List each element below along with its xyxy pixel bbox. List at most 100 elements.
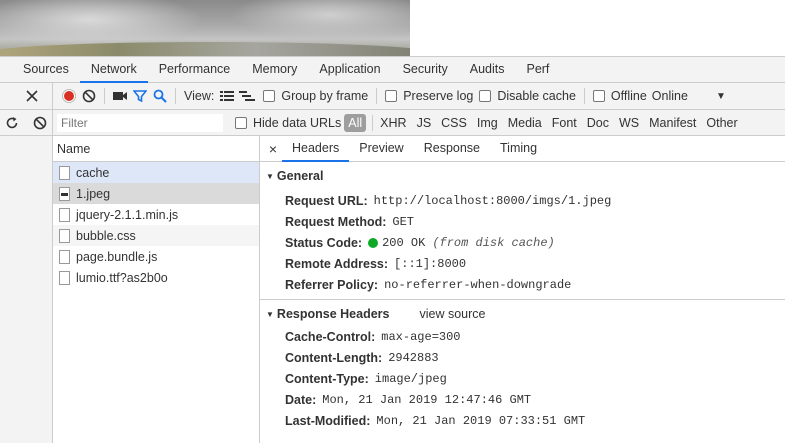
tab-network[interactable]: Network (79, 57, 148, 83)
group-by-frame-checkbox[interactable] (263, 90, 276, 102)
request-method-value: GET (392, 214, 414, 229)
general-section-toggle[interactable]: ▼ General (260, 166, 785, 186)
header-value: 2942883 (388, 350, 439, 365)
response-header-row: Cache-Control: max-age=300 (260, 326, 785, 347)
filter-type-css[interactable]: CSS (436, 114, 472, 132)
offline-label: Offline (610, 89, 647, 103)
clear-icon[interactable] (79, 86, 99, 106)
toolbar-divider (583, 88, 585, 104)
request-details-panel: × Headers Preview Response Timing ▼ Gene… (260, 136, 785, 443)
filter-bar: Hide data URLs All XHR JS CSS Img Media … (0, 110, 785, 136)
referrer-policy-value: no-referrer-when-downgrade (384, 277, 572, 292)
request-name: page.bundle.js (76, 249, 158, 264)
stylesheet-file-icon (59, 228, 70, 243)
filter-type-doc[interactable]: Doc (582, 114, 614, 132)
waterfall-icon[interactable] (237, 86, 257, 106)
header-value: Mon, 21 Jan 2019 12:47:46 GMT (322, 392, 532, 407)
view-source-link[interactable]: view source (419, 307, 485, 321)
header-key: Date: (285, 392, 317, 407)
tab-timing[interactable]: Timing (490, 136, 547, 161)
photo-landscape (0, 42, 410, 56)
offline-toggle[interactable]: Offline (592, 89, 647, 103)
script-file-icon (59, 249, 70, 264)
filter-type-xhr[interactable]: XHR (375, 114, 411, 132)
request-name: jquery-2.1.1.min.js (76, 207, 179, 222)
preserve-log-checkbox[interactable] (385, 90, 398, 102)
large-rows-icon[interactable] (217, 86, 237, 106)
tab-response[interactable]: Response (414, 136, 490, 161)
tab-headers[interactable]: Headers (282, 136, 350, 162)
tab-sources[interactable]: Sources (12, 57, 80, 82)
filter-type-all[interactable]: All (344, 113, 367, 132)
devtools-tabbar: Sources Network Performance Memory Appli… (0, 56, 785, 83)
group-by-frame-label: Group by frame (281, 89, 369, 103)
view-label: View: (184, 89, 215, 103)
tab-audits[interactable]: Audits (459, 57, 516, 82)
request-url-label: Request URL: (285, 193, 368, 208)
request-row[interactable]: lumio.ttf?as2b0o (53, 267, 259, 288)
preserve-log-toggle[interactable]: Preserve log (385, 89, 473, 103)
group-by-frame-toggle[interactable]: Group by frame (263, 89, 368, 103)
reload-icon[interactable] (2, 113, 22, 133)
header-key: Content-Length: (285, 350, 383, 365)
hide-data-urls-checkbox[interactable] (235, 116, 247, 129)
header-key: Last-Modified: (285, 413, 371, 428)
filter-type-img[interactable]: Img (472, 114, 503, 132)
tab-security[interactable]: Security (392, 57, 459, 82)
request-row[interactable]: 1.jpeg (53, 183, 259, 204)
status-code-value: 200 OK (382, 235, 426, 250)
record-icon[interactable] (59, 86, 79, 106)
section-divider (260, 299, 785, 300)
request-row[interactable]: cache (53, 162, 259, 183)
chevron-down-icon: ▼ (715, 90, 726, 102)
filter-type-font[interactable]: Font (547, 114, 582, 132)
filter-type-media[interactable]: Media (503, 114, 547, 132)
hide-data-urls-toggle[interactable]: Hide data URLs (235, 116, 341, 130)
status-ok-icon (368, 237, 379, 248)
column-header-name[interactable]: Name (53, 136, 259, 162)
triangle-down-icon: ▼ (266, 309, 274, 319)
tab-memory[interactable]: Memory (241, 57, 308, 82)
status-note: (from disk cache) (432, 235, 555, 250)
response-headers-title: Response Headers (276, 307, 390, 321)
throttling-select[interactable]: Online ▼ (652, 89, 726, 103)
response-header-row: Content-Length: 2942883 (260, 347, 785, 368)
search-icon[interactable] (150, 86, 170, 106)
filter-type-ws[interactable]: WS (614, 114, 644, 132)
background-photo (0, 0, 410, 56)
request-url-row: Request URL: http://localhost:8000/imgs/… (260, 190, 785, 211)
block-icon[interactable] (30, 113, 50, 133)
status-code-label: Status Code: (285, 235, 363, 250)
tab-performance[interactable]: Performance (148, 57, 242, 82)
request-row[interactable]: bubble.css (53, 225, 259, 246)
filter-type-other[interactable]: Other (701, 114, 742, 132)
disable-cache-toggle[interactable]: Disable cache (479, 89, 576, 103)
response-headers-section-toggle[interactable]: ▼ Response Headers view source (260, 304, 785, 324)
close-details-icon[interactable]: × (264, 136, 282, 161)
capture-screenshots-icon[interactable] (110, 86, 130, 106)
disable-cache-checkbox[interactable] (479, 90, 492, 102)
header-key: Cache-Control: (285, 329, 376, 344)
tab-preview[interactable]: Preview (349, 136, 413, 161)
request-row[interactable]: page.bundle.js (53, 246, 259, 267)
tab-application[interactable]: Application (308, 57, 391, 82)
request-list: Name cache 1.jpeg jquery-2.1.1.min.js bu… (53, 136, 260, 443)
request-name: cache (76, 165, 110, 180)
request-method-row: Request Method: GET (260, 211, 785, 232)
filter-type-js[interactable]: JS (412, 114, 437, 132)
filter-type-manifest[interactable]: Manifest (644, 114, 701, 132)
request-method-label: Request Method: (285, 214, 387, 229)
offline-checkbox[interactable] (592, 90, 605, 102)
document-icon (59, 165, 70, 180)
filter-input[interactable] (57, 113, 223, 132)
tab-perf[interactable]: Perf (515, 57, 560, 82)
close-icon[interactable] (22, 86, 42, 106)
filter-left-gutter (0, 110, 53, 135)
header-value: max-age=300 (381, 329, 461, 344)
request-name: bubble.css (76, 228, 136, 243)
toolbar-divider (175, 88, 176, 104)
request-row[interactable]: jquery-2.1.1.min.js (53, 204, 259, 225)
throttling-value: Online (651, 89, 688, 103)
filter-icon[interactable] (130, 86, 150, 106)
filter-divider (372, 114, 374, 131)
